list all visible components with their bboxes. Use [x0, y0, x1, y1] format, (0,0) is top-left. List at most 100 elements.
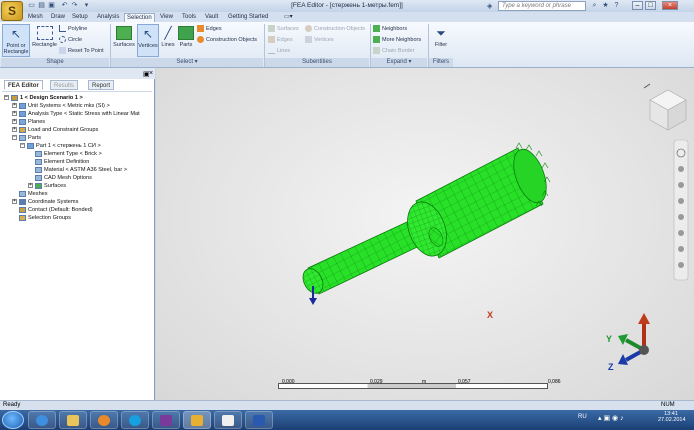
- rectangle-button[interactable]: Rectangle: [31, 24, 58, 57]
- taskbar-document-button[interactable]: [214, 411, 242, 429]
- expand-toggle-icon[interactable]: +: [12, 111, 17, 117]
- tab-mesh[interactable]: Mesh: [26, 13, 45, 22]
- tree-item[interactable]: +CAD Mesh Options: [4, 174, 154, 182]
- expand-group-label[interactable]: Expand ▾: [371, 58, 427, 67]
- sub-lines-button[interactable]: Lines: [268, 47, 290, 56]
- expand-toggle-icon[interactable]: +: [12, 199, 17, 205]
- tree-item[interactable]: + Load and Constraint Groups: [4, 126, 154, 134]
- sub-vertices-button[interactable]: Vertices: [305, 36, 334, 45]
- filter-button[interactable]: ⏷ Filter: [431, 24, 451, 57]
- tree-item[interactable]: +Element Definition: [4, 158, 154, 166]
- tree-node-icon: [19, 198, 26, 205]
- tree-item[interactable]: +Meshes: [4, 190, 154, 198]
- clock[interactable]: 13:41 27.02.2014: [658, 411, 686, 423]
- tray-icons[interactable]: ▴ ▣ ◉ ♪: [598, 414, 624, 422]
- tree-item[interactable]: + Analysis Type < Static Stress with Line…: [4, 110, 154, 118]
- tree-item[interactable]: − 1 < Design Scenario 1 >: [4, 94, 154, 102]
- expand-toggle-icon[interactable]: +: [12, 127, 17, 133]
- tab-report[interactable]: Report: [88, 80, 115, 90]
- sub-construction-objects-button[interactable]: Construction Objects: [305, 25, 365, 34]
- tree-item[interactable]: +Selection Groups: [4, 214, 154, 222]
- subscription-icon[interactable]: ★: [601, 2, 610, 10]
- tree-node-icon: [35, 150, 42, 157]
- tab-results[interactable]: Results: [50, 80, 79, 90]
- chain-border-button[interactable]: Chain Border: [373, 47, 414, 56]
- tab-setup[interactable]: Setup: [70, 13, 90, 22]
- vertices-button[interactable]: ↖ Vertices: [137, 24, 159, 57]
- info-center-icon[interactable]: ◈: [487, 2, 496, 10]
- search-icon[interactable]: ⌕: [590, 2, 599, 10]
- expand-toggle-icon[interactable]: +: [12, 103, 17, 109]
- taskbar-simulation-button[interactable]: [183, 411, 211, 429]
- expand-toggle-icon[interactable]: +: [28, 183, 33, 189]
- tab-getting-started[interactable]: Getting Started: [226, 13, 270, 22]
- taskbar-ie-button[interactable]: [28, 411, 56, 429]
- close-button[interactable]: ×: [662, 1, 678, 10]
- expand-toggle-icon[interactable]: −: [20, 143, 25, 149]
- taskbar-skype-button[interactable]: [121, 411, 149, 429]
- app-menu-button[interactable]: S: [1, 1, 23, 21]
- tree-node-icon: [19, 214, 26, 221]
- tree-item-label: Contact (Default: Bonded): [28, 207, 93, 213]
- search-input[interactable]: Type a keyword or phrase: [498, 1, 586, 11]
- tree-item[interactable]: + Unit Systems < Metric mks (SI) >: [4, 102, 154, 110]
- expand-toggle-icon[interactable]: −: [4, 95, 9, 101]
- tab-vault[interactable]: Vault: [203, 13, 220, 22]
- tree-item[interactable]: + Surfaces: [4, 182, 154, 190]
- tab-draw[interactable]: Draw: [49, 13, 67, 22]
- tab-view[interactable]: View: [158, 13, 175, 22]
- taskbar-word-button[interactable]: [245, 411, 273, 429]
- help-icon[interactable]: ?: [612, 2, 621, 10]
- expand-toggle-icon[interactable]: −: [12, 135, 17, 141]
- tree-item[interactable]: +Contact (Default: Bonded): [4, 206, 154, 214]
- tree-item[interactable]: − Part 1 < стержень 1 СИ >: [4, 142, 154, 150]
- panel-divider: [2, 91, 152, 92]
- tab-fea-editor[interactable]: FEA Editor: [4, 80, 43, 90]
- chain-border-label: Chain Border: [382, 48, 415, 54]
- parts-button[interactable]: Parts: [177, 24, 195, 57]
- 3d-viewport[interactable]: X Y Z 0,000 0,029 m 0,057 0,086: [156, 68, 694, 400]
- taskbar-app-button[interactable]: [152, 411, 180, 429]
- model-canvas[interactable]: [156, 68, 694, 400]
- rectangle-select-icon: [36, 26, 53, 40]
- language-indicator[interactable]: RU: [578, 414, 587, 420]
- panel-tab-strip: [0, 68, 155, 79]
- reset-to-point-button[interactable]: Reset To Point: [59, 47, 104, 56]
- ribbon-options-icon[interactable]: ▭▾: [282, 13, 295, 22]
- panel-close-icon[interactable]: ×: [149, 70, 153, 77]
- minimize-button[interactable]: –: [632, 1, 643, 10]
- construction-objects-icon: [197, 36, 204, 44]
- tree-item[interactable]: − Parts: [4, 134, 154, 142]
- edges-button[interactable]: Edges: [197, 25, 222, 34]
- tree-item[interactable]: + Coordinate Systems: [4, 198, 154, 206]
- cylinder-mesh[interactable]: [401, 145, 553, 262]
- tab-tools[interactable]: Tools: [180, 13, 198, 22]
- tab-analysis[interactable]: Analysis: [95, 13, 121, 22]
- start-button[interactable]: [2, 411, 24, 429]
- tree-item[interactable]: +Element Type < Brick >: [4, 150, 154, 158]
- tree-node-icon: [35, 166, 42, 173]
- reset-to-point-label: Reset To Point: [68, 48, 104, 54]
- more-neighbors-button[interactable]: More Neighbors: [373, 36, 421, 45]
- tree-item[interactable]: + Planes: [4, 118, 154, 126]
- taskbar-explorer-button[interactable]: [59, 411, 87, 429]
- lines-button[interactable]: ╱ Lines: [160, 24, 176, 57]
- point-or-rectangle-button[interactable]: ↖ Point or Rectangle: [2, 24, 30, 57]
- neighbors-button[interactable]: Neighbors: [373, 25, 407, 34]
- tree-item[interactable]: +Material < ASTM A36 Steel, bar >: [4, 166, 154, 174]
- expand-toggle-icon[interactable]: +: [12, 119, 17, 125]
- polyline-button[interactable]: Polyline: [59, 25, 87, 34]
- sub-surfaces-button[interactable]: Surfaces: [268, 25, 299, 34]
- circle-label: Circle: [68, 37, 83, 43]
- circle-button[interactable]: Circle: [59, 36, 82, 45]
- tree-node-icon: [35, 174, 42, 181]
- taskbar-media-button[interactable]: [90, 411, 118, 429]
- view-cube-icon[interactable]: [643, 83, 687, 131]
- sub-edges-button[interactable]: Edges: [268, 36, 293, 45]
- navigation-bar[interactable]: [673, 139, 689, 281]
- maximize-button[interactable]: □: [645, 1, 656, 10]
- surfaces-button[interactable]: Surfaces: [112, 24, 136, 57]
- construction-objects-button[interactable]: Construction Objects: [197, 36, 257, 45]
- select-group-label[interactable]: Select ▾: [111, 58, 263, 67]
- tab-selection[interactable]: Selection: [124, 13, 155, 22]
